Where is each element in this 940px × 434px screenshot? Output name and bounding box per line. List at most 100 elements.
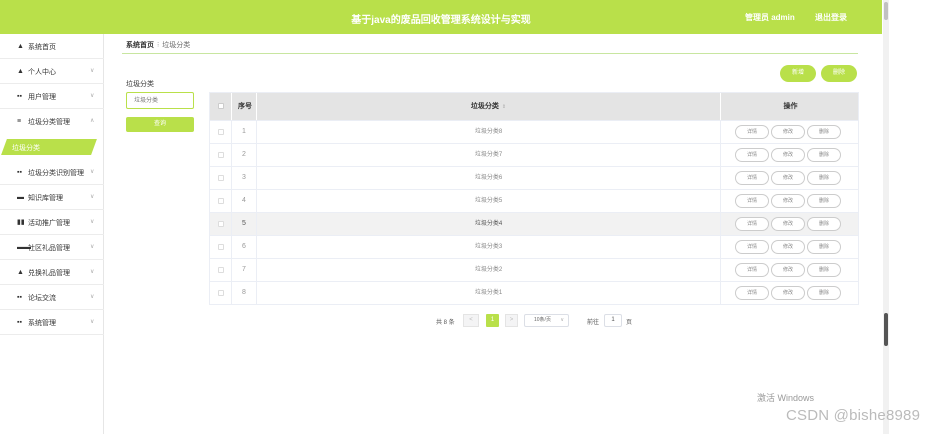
edit-button[interactable]: 修改 (771, 217, 805, 231)
sidebar-item-forum[interactable]: ▪▪ 论坛交流 ∨ (0, 285, 104, 310)
row-no-cell: 5 (232, 213, 257, 235)
header-name-cell[interactable]: 垃圾分类 ⇕ (257, 93, 721, 120)
delete-button[interactable]: 删除 (807, 148, 841, 162)
edit-button[interactable]: 修改 (771, 171, 805, 185)
detail-button[interactable]: 详情 (735, 240, 769, 254)
delete-button[interactable]: 删除 (807, 263, 841, 277)
column-header-name: 垃圾分类 (470, 103, 499, 110)
sidebar-item-label: 兑换礼品管理 (28, 270, 70, 277)
sidebar-item-activity-promotion-management[interactable]: ▮▮ 活动推广管理 ∨ (0, 210, 104, 235)
detail-button[interactable]: 详情 (735, 148, 769, 162)
row-checkbox[interactable] (218, 198, 224, 204)
sidebar-item-user-management[interactable]: ▪▪ 用户管理 ∨ (0, 84, 104, 109)
row-number: 5 (242, 220, 246, 227)
edit-button[interactable]: 修改 (771, 263, 805, 277)
chevron-down-icon: ∨ (90, 294, 95, 300)
table-row[interactable]: 1 垃圾分类8 详情 修改 删除 (210, 120, 858, 143)
prev-page-button[interactable]: < (463, 314, 479, 327)
goto-page-input[interactable]: 1 (604, 314, 622, 327)
breadcrumb-home-link[interactable]: 系统首页 (126, 42, 154, 49)
row-name-cell: 垃圾分类1 (257, 282, 721, 304)
table-row[interactable]: 4 垃圾分类5 详情 修改 删除 (210, 189, 858, 212)
select-all-checkbox[interactable] (218, 103, 224, 109)
table-row[interactable]: 5 垃圾分类4 详情 修改 删除 (210, 212, 858, 235)
table-row[interactable]: 7 垃圾分类2 详情 修改 删除 (210, 258, 858, 281)
detail-button[interactable]: 详情 (735, 171, 769, 185)
edit-button[interactable]: 修改 (771, 125, 805, 139)
detail-button[interactable]: 详情 (735, 217, 769, 231)
table-row[interactable]: 8 垃圾分类1 详情 修改 删除 (210, 281, 858, 304)
row-actions: 详情 修改 删除 (735, 263, 843, 277)
edit-button[interactable]: 修改 (771, 148, 805, 162)
row-ops-cell: 详情 修改 删除 (721, 190, 860, 212)
delete-button[interactable]: 删除 (807, 194, 841, 208)
table-row[interactable]: 2 垃圾分类7 详情 修改 删除 (210, 143, 858, 166)
detail-button[interactable]: 详情 (735, 286, 769, 300)
chevron-down-icon: ∨ (90, 68, 95, 74)
row-checkbox[interactable] (218, 129, 224, 135)
add-button[interactable]: 新增 (780, 65, 816, 82)
header-checkbox-cell (210, 93, 232, 120)
sidebar-item-garbage-recognition-management[interactable]: ▪▪ 垃圾分类识别管理 ∨ (0, 160, 104, 185)
next-page-button[interactable]: > (505, 314, 518, 327)
detail-button[interactable]: 详情 (735, 263, 769, 277)
row-category-name: 垃圾分类2 (474, 267, 503, 273)
sidebar-item-label: 知识库管理 (28, 195, 63, 202)
sidebar-item-personal-center[interactable]: ▲ 个人中心 ∨ (0, 59, 104, 84)
row-checkbox[interactable] (218, 152, 224, 158)
page-number-button[interactable]: 1 (486, 314, 499, 327)
row-number: 4 (242, 197, 246, 204)
delete-button[interactable]: 删除 (807, 217, 841, 231)
sidebar-item-community-gift-management[interactable]: ▬▬ 社区礼品管理 ∨ (0, 235, 104, 260)
row-checkbox-cell (210, 144, 232, 166)
delete-button[interactable]: 删除 (807, 240, 841, 254)
home-icon: ▲ (17, 43, 24, 50)
vertical-scrollbar[interactable] (883, 0, 889, 434)
sidebar-item-garbage-category-management[interactable]: ≡ 垃圾分类管理 ∧ (0, 109, 104, 134)
delete-button[interactable]: 删除 (807, 286, 841, 300)
edit-button[interactable]: 修改 (771, 286, 805, 300)
delete-button[interactable]: 删除 (807, 125, 841, 139)
admin-user-label[interactable]: 管理员 admin (745, 12, 795, 23)
chevron-down-icon: ∨ (560, 317, 564, 323)
table-row[interactable]: 6 垃圾分类3 详情 修改 删除 (210, 235, 858, 258)
row-name-cell: 垃圾分类3 (257, 236, 721, 258)
sidebar-item-knowledge-base-management[interactable]: ▬ 知识库管理 ∨ (0, 185, 104, 210)
pagination: 共 8 条 < 1 > 10条/页 ∨ 前往 1 页 (0, 314, 940, 328)
batch-delete-button[interactable]: 删除 (821, 65, 857, 82)
row-checkbox[interactable] (218, 244, 224, 250)
page-size-select[interactable]: 10条/页 ∨ (524, 314, 569, 327)
row-number: 8 (242, 289, 246, 296)
edit-button[interactable]: 修改 (771, 240, 805, 254)
table-row[interactable]: 3 垃圾分类6 详情 修改 删除 (210, 166, 858, 189)
sort-icon[interactable]: ⇕ (502, 104, 506, 110)
row-checkbox[interactable] (218, 290, 224, 296)
user-icon: ▲ (17, 269, 24, 276)
row-category-name: 垃圾分类4 (474, 221, 503, 227)
delete-button[interactable]: 删除 (807, 171, 841, 185)
row-checkbox-cell (210, 282, 232, 304)
edit-button[interactable]: 修改 (771, 194, 805, 208)
row-checkbox[interactable] (218, 267, 224, 273)
scrollbar-top-thumb[interactable] (884, 2, 888, 20)
row-checkbox-cell (210, 121, 232, 143)
header-ops-cell: 操作 (721, 93, 860, 120)
garbage-category-search-input[interactable] (126, 92, 194, 109)
row-category-name: 垃圾分类5 (474, 198, 503, 204)
query-button[interactable]: 查询 (126, 117, 194, 132)
row-checkbox[interactable] (218, 221, 224, 227)
sidebar-item-gift-exchange-management[interactable]: ▲ 兑换礼品管理 ∨ (0, 260, 104, 285)
row-actions: 详情 修改 删除 (735, 286, 843, 300)
detail-button[interactable]: 详情 (735, 194, 769, 208)
sidebar-subitem-garbage-category[interactable]: 垃圾分类 (1, 139, 100, 155)
row-checkbox[interactable] (218, 175, 224, 181)
detail-button[interactable]: 详情 (735, 125, 769, 139)
sidebar-item-home[interactable]: ▲ 系统首页 (0, 34, 104, 59)
chevron-up-icon: ∧ (90, 118, 95, 124)
sidebar-item-label: 系统首页 (28, 44, 56, 51)
row-actions: 详情 修改 删除 (735, 240, 843, 254)
row-number: 6 (242, 243, 246, 250)
logout-link[interactable]: 退出登录 (815, 12, 847, 23)
row-checkbox-cell (210, 259, 232, 281)
row-no-cell: 6 (232, 236, 257, 258)
